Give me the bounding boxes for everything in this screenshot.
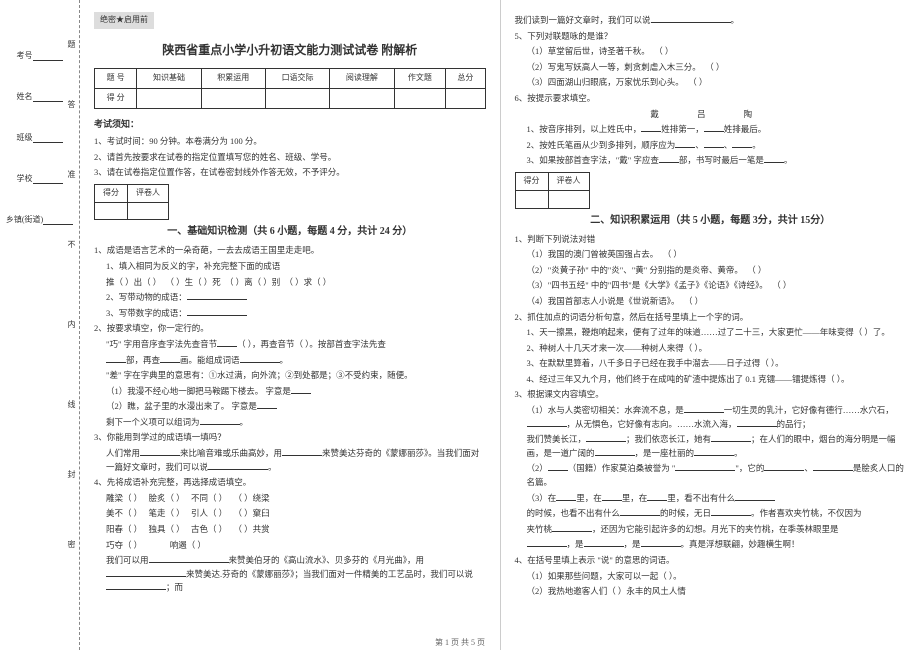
r3-2: 我们赞美长江，；我们依恋长江，她有；在人们的眼中，烟台的海分明是一幅画，是一道广… [515, 433, 907, 460]
q4-row3: 巧夺（ ） 响遏（ ） [94, 539, 486, 553]
score-row-label: 得 分 [95, 88, 137, 108]
q2-line3: "差" 字在字典里的意思有：①水过满，向外流；②到处都是；③不受约束，随便。 [94, 369, 486, 383]
r4-stem: 4、在括号里填上表示 "说" 的意思的词语。 [515, 554, 907, 568]
q2-stem: 2、按要求填空，你一定行的。 [94, 322, 486, 336]
page-footer: 第 1 页 共 5 页 [0, 637, 920, 648]
q5-3: （3）四面湖山归眼底，万家忧乐到心头。（ ） [515, 76, 907, 90]
q1-s1: 1、填入相同为反义的字，补充完整下面的成语 [94, 260, 486, 274]
q5-1: （1）草堂留后世，诗圣著千秋。（ ） [515, 45, 907, 59]
section2-score-box: 得分评卷人 [515, 172, 590, 209]
score-h-2: 积累运用 [201, 68, 265, 88]
q4-row1: 美不（ ） 笔走（ ） 引人（ ） （ ）窠臼 [94, 507, 486, 521]
q1-s1-items: 推（ ）出（ ） （ ）生（ ）死 （ ）离（ ）别 （ ）求（ ） [94, 276, 486, 290]
q6-2: 2、按姓氏笔画从少到多排列，顺序应为、、。 [515, 139, 907, 153]
r4-2: （2）我热地邀客人们（ ）永丰的风土人情 [515, 585, 907, 599]
q3-body: 人们常用来比喻音难或乐曲高妙，用来赞美达芬奇的《蒙娜丽莎》。当我们面对一篇好文章… [94, 447, 486, 474]
q4-row0: 雕梁（ ） 脍炙（ ） 不同（ ） （ ）绕梁 [94, 492, 486, 506]
seal-mark-5: 线 [66, 400, 77, 408]
r1-4: （4）我国首部志人小说是《世说新语》。（ ） [515, 295, 907, 309]
seal-mark-4: 内 [66, 320, 77, 328]
cont-top: 我们读到一篇好文章时，我们可以说。 [515, 14, 907, 28]
seal-mark-1: 答 [66, 100, 77, 108]
margin-field-class: 班级 [3, 132, 76, 143]
seal-mark-3: 不 [66, 240, 77, 248]
q3-stem: 3、你能用到学过的成语填一填吗？ [94, 431, 486, 445]
q6-stem: 6、按提示要求填空。 [515, 92, 907, 106]
score-h-4: 阅读理解 [330, 68, 394, 88]
q4-row2: 阳春（ ） 独具（ ） 古色（ ） （ ）共赏 [94, 523, 486, 537]
q6-names: 戴 吕 陶 [515, 108, 907, 122]
r2-stem: 2、抓住加点的词语分析句意，然后在括号里填上一个字的词。 [515, 311, 907, 325]
q2-sub2: （2）瞧，盆子里的水漫出来了。 字意是 [94, 400, 486, 414]
score-h-3: 口语交际 [265, 68, 329, 88]
score-table: 题 号 知识基础 积累运用 口语交际 阅读理解 作文题 总分 得 分 [94, 68, 486, 109]
seal-mark-0: 题 [66, 40, 77, 48]
score-h-0: 题 号 [95, 68, 137, 88]
r2-4: 4、经过三年又九个月，他们终于在成吨的矿渣中提炼出了 0.1 克镭——镭提炼得（… [515, 373, 907, 387]
q1-s2: 2、写带动物的成语： [94, 291, 486, 305]
q5-stem: 5、下列对联题咏的是谁？ [515, 30, 907, 44]
exam-title: 陕西省重点小学小升初语文能力测试试卷 附解析 [94, 41, 486, 60]
r1-2: （2）"炎黄子孙" 中的"炎"、"黄" 分别指的是炎帝、黄帝。（ ） [515, 264, 907, 278]
r3-4: （3）在里，在里，在里，看不出有什么 [515, 492, 907, 506]
right-column: 我们读到一篇好文章时，我们可以说。 5、下列对联题咏的是谁？ （1）草堂留后世，… [501, 0, 920, 650]
section1-score-box: 得分评卷人 [94, 184, 169, 221]
seal-mark-7: 密 [66, 540, 77, 548]
q5-2: （2）写鬼写妖高人一等，刺贪刺虐入木三分。（ ） [515, 61, 907, 75]
q4-tail: 我们可以用来赞美伯牙的《高山流水》、贝多芬的《月光曲》，用来赞美达.芬奇的《蒙娜… [94, 554, 486, 595]
margin-field-exam-no: 考号 [3, 50, 76, 61]
r1-stem: 1、判断下列说法对错 [515, 233, 907, 247]
q2-sub1: （1）我漫不经心地一脚把马鞍踢下楼去。 字意是 [94, 385, 486, 399]
r3-3: （2）（国籍）作家莫泊桑被誉为 ""，它的、是脍炙人口的名篇。 [515, 462, 907, 489]
notice-1: 1、考试时间：90 分钟。本卷满分为 100 分。 [94, 135, 486, 149]
margin-field-town: 乡镇(街道) [3, 214, 76, 225]
q2-line1: "巧" 字用音序查字法先查音节（ ），再查音节（ ）。按部首查字法先查 [94, 338, 486, 352]
r1-3: （3）"四书五经" 中的"四书"是《大学》《孟子》《论语》《诗经》。（ ） [515, 279, 907, 293]
r1-1: （1）我国的澳门曾被英国强占去。（ ） [515, 248, 907, 262]
binding-margin: 考号 姓名 班级 学校 乡镇(街道) 题 答 准 不 内 线 封 密 [0, 0, 80, 650]
seal-mark-2: 准 [66, 170, 77, 178]
r2-3: 3、在默默里算着，八千多日子已经在我手中溜去——日子过得（ ）。 [515, 357, 907, 371]
q1-s3: 3、写带数字的成语： [94, 307, 486, 321]
r4-1: （1）如果那些问题，大家可以一起（ ）。 [515, 570, 907, 584]
secrecy-mark: 绝密★启用前 [94, 12, 154, 29]
r3-7: ，是，是。真是浮想联翩，妙趣横生啊！ [515, 538, 907, 552]
score-h-5: 作文题 [394, 68, 446, 88]
seal-mark-6: 封 [66, 470, 77, 478]
notice-2: 2、请首先按要求在试卷的指定位置填写您的姓名、班级、学号。 [94, 151, 486, 165]
q2-line2: 部，再查画。能组成词语。 [94, 354, 486, 368]
q4-stem: 4、先将成语补充完整，再选择成语填空。 [94, 476, 486, 490]
r3-6: 夹竹桃，还因为它能引起许多的幻想。月光下的夹竹桃，在季羡林眼里是 [515, 523, 907, 537]
r3-stem: 3、根据课文内容填空。 [515, 388, 907, 402]
r3-5: 的时候，也看不出有什么的时候，无日。作者喜欢夹竹桃，不仅因为 [515, 507, 907, 521]
score-h-1: 知识基础 [137, 68, 201, 88]
notice-heading: 考试须知： [94, 117, 486, 131]
notice-3: 3、请在试卷指定位置作答，在试卷密封线外作答无效，不予评分。 [94, 166, 486, 180]
section2-title: 二、知识积累运用（共 5 小题，每题 3分，共计 15分） [515, 213, 907, 229]
section1-title: 一、基础知识检测（共 6 小题，每题 4 分，共计 24 分） [94, 224, 486, 240]
q2-sub3: 剩下一个义项可以组词为。 [94, 416, 486, 430]
score-h-6: 总分 [446, 68, 485, 88]
left-column: 绝密★启用前 陕西省重点小学小升初语文能力测试试卷 附解析 题 号 知识基础 积… [80, 0, 501, 650]
r2-2: 2、种树人十几天才来一次——种树人来得（ ）。 [515, 342, 907, 356]
q6-3: 3、如果按部首查字法，"戴" 字应查部，书写时最后一笔是。 [515, 154, 907, 168]
r3-1: （1）水与人类密切相关：水奔流不息，是一切生灵的乳汁，它好像有德行……水穴石，，… [515, 404, 907, 431]
q6-1: 1、按音序排列，以上姓氏中，姓排第一，姓排最后。 [515, 123, 907, 137]
r2-1: 1、天一擦黑，鞭炮响起来，便有了过年的味道……过了二十三，大家更忙——年味变得（… [515, 326, 907, 340]
q1-stem: 1、成语是语言艺术的一朵奇葩，一去去成语王国里走走吧。 [94, 244, 486, 258]
